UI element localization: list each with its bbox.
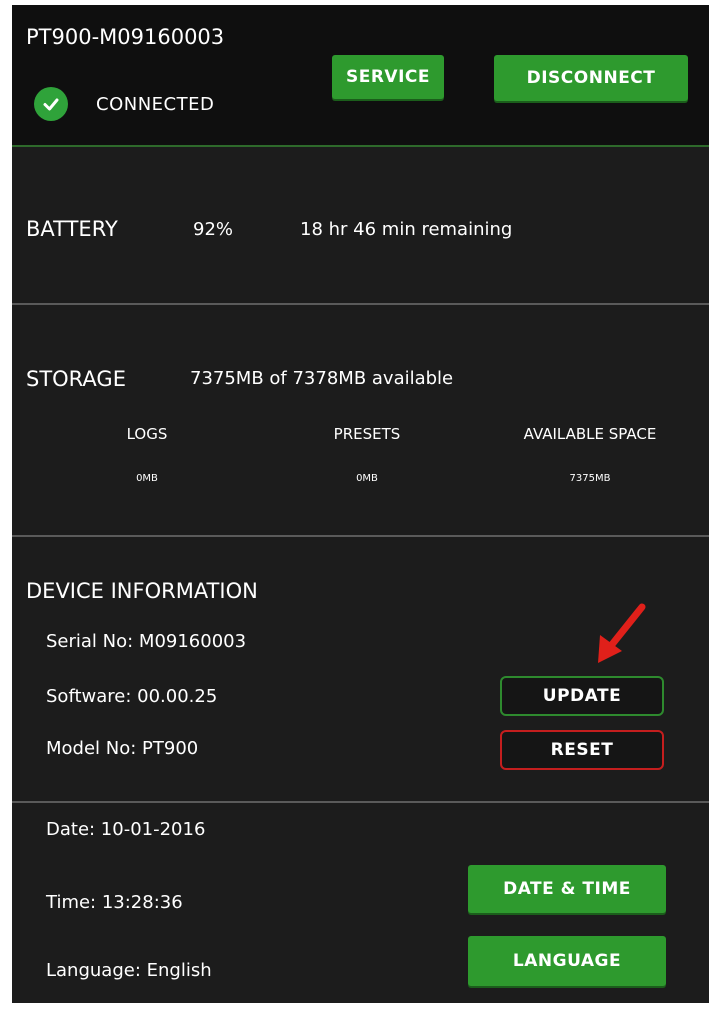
language-value: Language: English (46, 960, 212, 981)
service-button[interactable]: SERVICE (332, 55, 444, 99)
update-button[interactable]: UPDATE (500, 676, 664, 716)
device-status-screen: PT900-M09160003 CONNECTED SERVICE DISCON… (12, 5, 709, 1003)
header-bar: PT900-M09160003 CONNECTED SERVICE DISCON… (12, 5, 709, 147)
reset-button[interactable]: RESET (500, 730, 664, 770)
section-divider (12, 801, 709, 803)
battery-remaining: 18 hr 46 min remaining (300, 219, 513, 240)
battery-label: BATTERY (26, 217, 118, 241)
storage-available-value: 7375MB (569, 473, 611, 484)
storage-presets-label: PRESETS (333, 425, 401, 443)
storage-logs-value: 0MB (136, 473, 158, 484)
software-version: Software: 00.00.25 (46, 686, 218, 707)
section-divider (12, 535, 709, 537)
date-time-button[interactable]: DATE & TIME (468, 865, 666, 913)
check-icon (34, 87, 68, 121)
storage-summary: 7375MB of 7378MB available (190, 368, 454, 389)
language-button[interactable]: LANGUAGE (468, 936, 666, 986)
time-value: Time: 13:28:36 (46, 892, 183, 913)
section-divider (12, 303, 709, 305)
date-value: Date: 10-01-2016 (46, 819, 206, 840)
disconnect-button[interactable]: DISCONNECT (494, 55, 688, 101)
connection-status-label: CONNECTED (96, 93, 215, 115)
device-info-title: DEVICE INFORMATION (26, 579, 258, 603)
battery-percent: 92% (193, 219, 234, 240)
device-name: PT900-M09160003 (26, 25, 225, 49)
storage-available-label: AVAILABLE SPACE (523, 425, 657, 443)
connection-status: CONNECTED (34, 87, 214, 121)
model-number: Model No: PT900 (46, 738, 199, 759)
serial-number: Serial No: M09160003 (46, 631, 247, 652)
storage-logs-label: LOGS (126, 425, 168, 443)
storage-label: STORAGE (26, 367, 126, 391)
red-arrow-icon (598, 603, 646, 663)
storage-presets-value: 0MB (356, 473, 378, 484)
